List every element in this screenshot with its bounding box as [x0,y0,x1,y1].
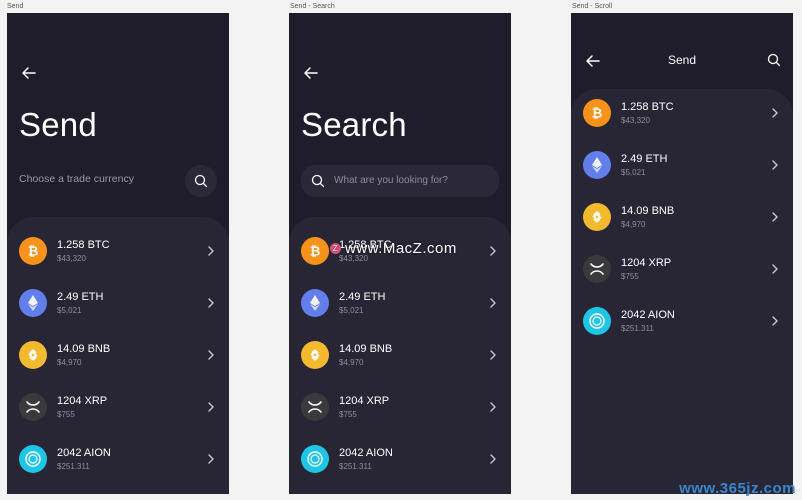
coin-amount: 2.49 ETH [621,153,668,165]
coin-row[interactable]: 2.49 ETH $5,021 [7,279,229,331]
watermark-text: www.MacZ.com [345,240,457,257]
coin-row[interactable]: 2042 AION $251.311 [7,435,229,487]
coin-amount: 1204 XRP [621,257,672,269]
ethereum-icon [19,289,47,317]
coin-value: $43,320 [621,116,650,125]
coin-value: $251.311 [621,324,654,333]
xrp-icon [583,255,611,283]
chevron-right-icon [772,160,778,170]
coin-list: ₿ 1.258 BTC $43,320 2.49 ETH $5,021 14.09 BNB… [571,89,793,494]
coin-value: $5,021 [57,306,82,315]
coin-value: $251.311 [57,462,90,471]
coin-row[interactable]: 2042 AION $251.311 [289,435,511,487]
coin-row[interactable]: 14.09 BNB $4,970 [289,331,511,383]
coin-value: $5,021 [621,168,646,177]
chevron-right-icon [208,298,214,308]
coin-amount: 1204 XRP [57,395,108,407]
coin-row[interactable]: 14.09 BNB $4,970 [7,331,229,383]
chevron-right-icon [490,402,496,412]
search-button[interactable] [185,165,217,197]
scroll-screen: Send ₿ 1.258 BTC $43,320 2.49 ETH $5,021 14.0… [571,13,793,494]
bitcoin-icon: ₿ [301,237,329,265]
coin-list: ₿ 1.258 BTC $43,320 2.49 ETH $5,021 14.09 BNB… [289,217,511,494]
search-icon [311,174,325,188]
aion-icon [583,307,611,335]
coin-value: $43,320 [57,254,86,263]
binance-icon [583,203,611,231]
coin-row[interactable]: 2.49 ETH $5,021 [289,279,511,331]
back-arrow-icon[interactable] [21,65,37,81]
chevron-right-icon [772,108,778,118]
coin-value: $755 [339,410,357,419]
ethereum-icon [301,289,329,317]
coin-amount: 1.258 BTC [621,101,674,113]
page-title: Search [301,106,407,143]
ethereum-icon [583,151,611,179]
svg-text:₿: ₿ [28,245,39,260]
coin-amount: 2042 AION [621,309,675,321]
coin-amount: 2.49 ETH [57,291,104,303]
coin-value: $755 [57,410,75,419]
chevron-right-icon [490,246,496,256]
search-placeholder: What are you looking for? [334,175,448,186]
bitcoin-icon: ₿ [583,99,611,127]
coin-value: $4,970 [621,220,646,229]
coin-row[interactable]: 2.49 ETH $5,021 [571,141,793,193]
svg-text:₿: ₿ [592,107,603,122]
coin-row[interactable]: ₿ 1.258 BTC $43,320 [571,89,793,141]
chevron-right-icon [208,454,214,464]
back-arrow-icon[interactable] [303,65,319,81]
chevron-right-icon [772,212,778,222]
page-title: Send [19,106,97,143]
coin-amount: 2.49 ETH [339,291,386,303]
chevron-right-icon [490,298,496,308]
coin-row[interactable]: 1204 XRP $755 [571,245,793,297]
coin-list: ₿ 1.258 BTC $43,320 2.49 ETH $5,021 14.09 BNB… [7,217,229,494]
coin-value: $755 [621,272,639,281]
watermark: Z www.MacZ.com [330,240,457,257]
chevron-right-icon [772,264,778,274]
frame-label-search: Send - Search [290,3,335,10]
svg-text:₿: ₿ [310,245,321,260]
coin-value: $5,021 [339,306,364,315]
coin-amount: 14.09 BNB [57,343,111,355]
chevron-right-icon [490,350,496,360]
aion-icon [301,445,329,473]
chevron-right-icon [772,316,778,326]
search-icon [194,174,208,188]
binance-icon [19,341,47,369]
coin-row[interactable]: 14.09 BNB $4,970 [571,193,793,245]
coin-amount: 14.09 BNB [339,343,393,355]
search-input[interactable]: What are you looking for? [301,165,499,197]
frame-label-send: Send [7,3,24,10]
footer-watermark: www.365jz.com [679,480,796,497]
chevron-right-icon [208,246,214,256]
coin-amount: 1.258 BTC [57,239,110,251]
coin-amount: 1204 XRP [339,395,390,407]
watermark-badge: Z [330,243,341,254]
chevron-right-icon [208,402,214,412]
aion-icon [19,445,47,473]
coin-amount: 2042 AION [57,447,111,459]
frame-label-scroll: Send - Scroll [572,3,613,10]
coin-value: $251.311 [339,462,372,471]
coin-row[interactable]: 1204 XRP $755 [289,383,511,435]
coin-amount: 2042 AION [339,447,393,459]
bitcoin-icon: ₿ [19,237,47,265]
coin-row[interactable]: 1204 XRP $755 [7,383,229,435]
coin-row[interactable]: 2042 AION $251.311 [571,297,793,349]
binance-icon [301,341,329,369]
header-title: Send [667,53,697,67]
coin-value: $4,970 [57,358,82,367]
chevron-right-icon [208,350,214,360]
coin-amount: 14.09 BNB [621,205,675,217]
search-icon[interactable] [767,53,781,67]
xrp-icon [301,393,329,421]
coin-value: $4,970 [339,358,364,367]
send-screen: Send Choose a trade currency ₿ 1.258 BTC $… [7,13,229,494]
trade-currency-label: Choose a trade currency [19,173,134,185]
coin-row[interactable]: ₿ 1.258 BTC $43,320 [7,227,229,279]
xrp-icon [19,393,47,421]
chevron-right-icon [490,454,496,464]
